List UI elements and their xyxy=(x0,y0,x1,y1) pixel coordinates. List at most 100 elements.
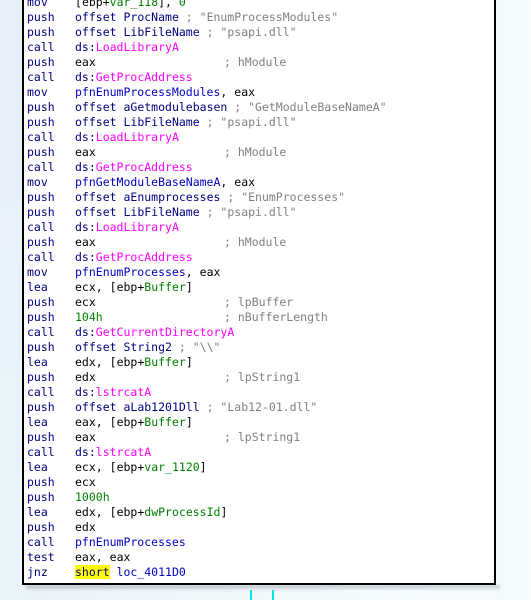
disassembly-line[interactable]: call ds:LoadLibraryA xyxy=(27,130,494,145)
instruction-operands: pfnEnumProcesses xyxy=(75,535,186,549)
disassembly-line[interactable]: push offset aGetmodulebasen ; "GetModuleB… xyxy=(27,100,494,115)
instruction-mnemonic: call xyxy=(27,385,55,399)
instruction-mnemonic: push xyxy=(27,115,55,129)
disassembly-line[interactable]: mov [ebp+var_118], 0 xyxy=(27,0,494,10)
disassembly-line[interactable]: push offset aEnumprocesses ; "EnumProcess… xyxy=(27,190,494,205)
instruction-mnemonic: lea xyxy=(27,355,48,369)
disassembly-line[interactable]: mov pfnEnumProcesses, eax xyxy=(27,265,494,280)
disassembly-line[interactable]: call ds:LoadLibraryA xyxy=(27,220,494,235)
instruction-mnemonic: call xyxy=(27,250,55,264)
disassembly-line[interactable]: push ecx ; lpBuffer xyxy=(27,295,494,310)
instruction-comment: ; "EnumProcesses" xyxy=(220,190,346,204)
disassembly-line[interactable]: call ds:GetProcAddress xyxy=(27,160,494,175)
instruction-operands: 1000h xyxy=(75,490,110,504)
instruction-comment: ; "EnumProcessModules" xyxy=(178,10,339,24)
instruction-mnemonic: push xyxy=(27,475,55,489)
instruction-mnemonic: call xyxy=(27,535,55,549)
instruction-mnemonic: push xyxy=(27,370,55,384)
instruction-mnemonic: call xyxy=(27,325,55,339)
disassembly-line[interactable]: push eax ; lpString1 xyxy=(27,430,494,445)
disassembly-line[interactable]: push edx ; lpString1 xyxy=(27,370,494,385)
disassembly-line[interactable]: lea edx, [ebp+Buffer] xyxy=(27,355,494,370)
disassembly-line[interactable]: mov pfnEnumProcessModules, eax xyxy=(27,85,494,100)
disassembly-line[interactable]: push offset LibFileName ; "psapi.dll" xyxy=(27,115,494,130)
disassembly-line[interactable]: test eax, eax xyxy=(27,550,494,565)
instruction-mnemonic: push xyxy=(27,310,55,324)
instruction-operands: ds:GetProcAddress xyxy=(75,160,193,174)
disassembly-line[interactable]: lea ecx, [ebp+var_1120] xyxy=(27,460,494,475)
disassembly-line[interactable]: call ds:lstrcatA xyxy=(27,445,494,460)
disassembly-line[interactable]: push offset aLab1201Dll ; "Lab12-01.dll" xyxy=(27,400,494,415)
instruction-comment: ; lpString1 xyxy=(224,370,301,384)
instruction-mnemonic: call xyxy=(27,220,55,234)
instruction-comment: ; nBufferLength xyxy=(224,310,328,324)
instruction-comment: ; "Lab12-01.dll" xyxy=(199,400,318,414)
disassembly-line[interactable]: mov pfnGetModuleBaseNameA, eax xyxy=(27,175,494,190)
disassembly-line[interactable]: push offset ProcName ; "EnumProcessModule… xyxy=(27,10,494,25)
disassembly-listing[interactable]: mov [ebp+var_118], 0 push offset ProcName ;… xyxy=(27,0,494,580)
disassembly-line[interactable]: call ds:GetProcAddress xyxy=(27,250,494,265)
disassembly-line[interactable]: lea eax, [ebp+Buffer] xyxy=(27,415,494,430)
instruction-operands: edx, [ebp+Buffer] xyxy=(75,355,193,369)
disassembly-line[interactable]: call ds:GetCurrentDirectoryA xyxy=(27,325,494,340)
disassembly-line[interactable]: call pfnEnumProcesses xyxy=(27,535,494,550)
instruction-operands: offset LibFileName xyxy=(75,115,200,129)
disassembly-line[interactable]: push 1000h xyxy=(27,490,494,505)
instruction-comment: ; hModule xyxy=(224,55,287,69)
disassembly-line[interactable]: push ecx xyxy=(27,475,494,490)
graph-edge-true xyxy=(250,590,252,600)
disassembly-line[interactable]: push 104h ; nBufferLength xyxy=(27,310,494,325)
instruction-operands: offset aEnumprocesses xyxy=(75,190,221,204)
graph-edge-false xyxy=(272,590,274,600)
instruction-mnemonic: jnz xyxy=(27,565,48,579)
disassembly-line[interactable]: push offset String2 ; "\\" xyxy=(27,340,494,355)
instruction-operands: ds:lstrcatA xyxy=(75,385,152,399)
instruction-mnemonic: mov xyxy=(27,175,48,189)
disassembly-line[interactable]: push offset LibFileName ; "psapi.dll" xyxy=(27,25,494,40)
canvas-right-gutter xyxy=(496,0,531,600)
canvas-left-gutter xyxy=(0,0,22,600)
instruction-mnemonic: push xyxy=(27,100,55,114)
disassembly-line[interactable]: push eax ; hModule xyxy=(27,145,494,160)
instruction-mnemonic: call xyxy=(27,445,55,459)
instruction-operands: ds:GetProcAddress xyxy=(75,250,193,264)
instruction-operands: edx xyxy=(75,520,96,534)
instruction-operands: short loc_4011D0 xyxy=(75,565,186,579)
disassembly-line[interactable]: lea ecx, [ebp+Buffer] xyxy=(27,280,494,295)
instruction-mnemonic: call xyxy=(27,70,55,84)
instruction-mnemonic: push xyxy=(27,520,55,534)
disassembly-line[interactable]: call ds:GetProcAddress xyxy=(27,70,494,85)
instruction-mnemonic: lea xyxy=(27,280,48,294)
instruction-operands: eax, eax xyxy=(75,550,131,564)
disassembly-line[interactable]: call ds:lstrcatA xyxy=(27,385,494,400)
disassembly-line[interactable]: call ds:LoadLibraryA xyxy=(27,40,494,55)
instruction-mnemonic: push xyxy=(27,55,55,69)
instruction-operands: [ebp+var_118], 0 xyxy=(75,0,186,9)
instruction-operands: eax xyxy=(75,430,96,444)
instruction-operands: ecx, [ebp+Buffer] xyxy=(75,280,193,294)
instruction-operands: ds:LoadLibraryA xyxy=(75,220,179,234)
instruction-mnemonic: push xyxy=(27,205,55,219)
instruction-operands: pfnEnumProcessModules, eax xyxy=(75,85,256,99)
instruction-mnemonic: lea xyxy=(27,415,48,429)
instruction-operands: offset LibFileName xyxy=(75,25,200,39)
instruction-operands: ds:lstrcatA xyxy=(75,445,152,459)
instruction-mnemonic: lea xyxy=(27,505,48,519)
disassembly-line[interactable]: lea edx, [ebp+dwProcessId] xyxy=(27,505,494,520)
instruction-mnemonic: push xyxy=(27,490,55,504)
disassembly-line[interactable]: push eax ; hModule xyxy=(27,235,494,250)
instruction-operands: ds:LoadLibraryA xyxy=(75,40,179,54)
disassembly-basic-block[interactable]: mov [ebp+var_118], 0 push offset ProcName ;… xyxy=(22,0,496,585)
disassembly-line[interactable]: push edx xyxy=(27,520,494,535)
instruction-comment: ; "psapi.dll" xyxy=(199,115,297,129)
instruction-mnemonic: push xyxy=(27,340,55,354)
disassembly-line[interactable]: jnz short loc_4011D0 xyxy=(27,565,494,580)
instruction-mnemonic: mov xyxy=(27,265,48,279)
ida-graph-view[interactable]: mov [ebp+var_118], 0 push offset ProcName ;… xyxy=(0,0,531,600)
disassembly-line[interactable]: push offset LibFileName ; "psapi.dll" xyxy=(27,205,494,220)
instruction-operands: ecx xyxy=(75,475,96,489)
disassembly-line[interactable]: push eax ; hModule xyxy=(27,55,494,70)
instruction-mnemonic: push xyxy=(27,145,55,159)
instruction-operands: eax, [ebp+Buffer] xyxy=(75,415,193,429)
instruction-operands: offset String2 xyxy=(75,340,172,354)
